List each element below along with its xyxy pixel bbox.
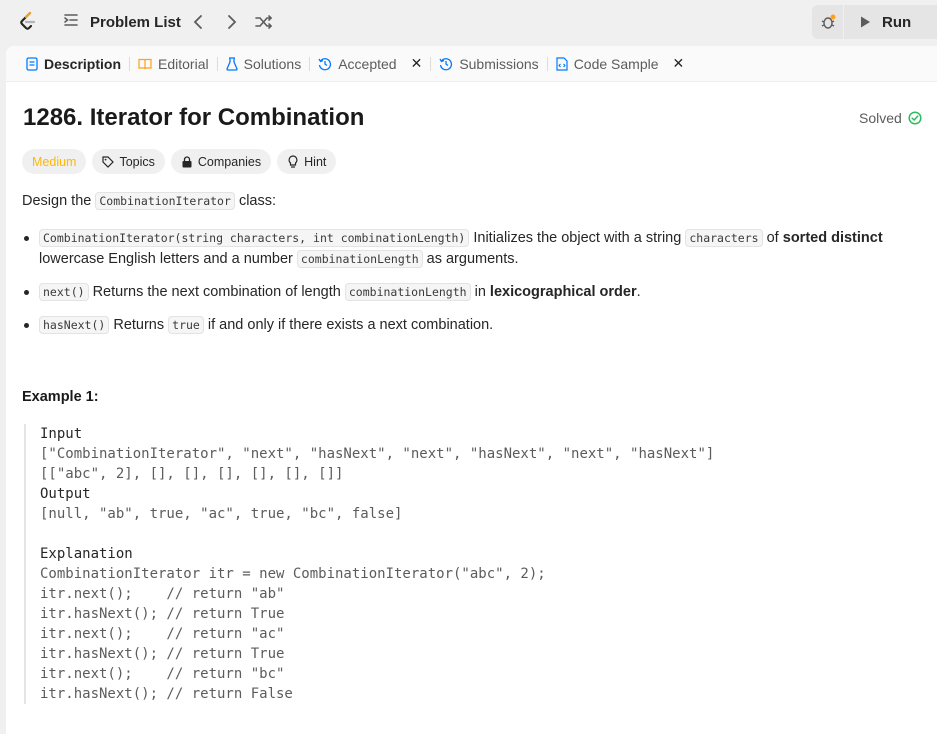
inline-code: hasNext(): [39, 316, 110, 334]
list-text: lowercase English letters and a number: [39, 251, 297, 267]
history-icon: [439, 57, 453, 70]
panel-tabs: Description Editorial Solutions Accepted…: [6, 46, 937, 82]
close-icon[interactable]: ✕: [673, 55, 685, 72]
list-icon: [62, 11, 80, 34]
bold-text: lexicographical order: [489, 284, 637, 300]
chevron-right-icon: [228, 15, 237, 29]
explanation-line: itr.next(); // return "bc": [40, 666, 285, 682]
topics-label: Topics: [119, 154, 155, 169]
tab-code-sample-label: Code Sample: [573, 55, 659, 72]
companies-chip[interactable]: Companies: [170, 149, 272, 174]
list-text: Initializes the object with a string: [469, 230, 686, 246]
method-list: CombinationIterator(string characters, i…: [22, 228, 922, 348]
list-text: .: [636, 284, 641, 300]
output-label: Output: [40, 486, 91, 502]
list-text: Returns: [109, 317, 169, 333]
blank-line: [40, 524, 914, 544]
close-icon[interactable]: ✕: [411, 55, 423, 72]
hint-label: Hint: [304, 154, 327, 169]
inline-code: characters: [685, 229, 763, 247]
intro-text: Design the: [22, 193, 96, 209]
inline-code: combinationLength: [344, 283, 471, 301]
inline-code: combinationLength: [296, 250, 423, 268]
output-line: [null, "ab", true, "ac", true, "bc", fal…: [40, 506, 403, 522]
tab-solutions-label: Solutions: [243, 55, 302, 72]
list-text: of: [762, 230, 783, 246]
tab-description-label: Description: [44, 55, 122, 72]
example-block: Input ["CombinationIterator", "next", "h…: [24, 424, 914, 704]
explanation-line: CombinationIterator itr = new Combinatio…: [40, 566, 546, 582]
explanation-line: itr.hasNext(); // return True: [40, 606, 285, 622]
inline-code: CombinationIterator: [95, 192, 235, 210]
tab-accepted[interactable]: Accepted ✕: [310, 46, 430, 82]
list-text: in: [470, 284, 490, 300]
document-icon: [26, 56, 38, 71]
solved-label: Solved: [859, 110, 902, 126]
inline-code: CombinationIterator(string characters, i…: [39, 229, 470, 247]
input-line: [["abc", 2], [], [], [], [], [], []]: [40, 466, 344, 482]
random-problem-button[interactable]: [252, 10, 276, 34]
input-line: ["CombinationIterator", "next", "hasNext…: [40, 446, 715, 462]
shuffle-icon: [255, 15, 273, 29]
history-icon: [318, 57, 332, 70]
list-item: hasNext() Returns true if and only if th…: [22, 315, 922, 336]
input-label: Input: [40, 426, 83, 442]
tab-submissions-label: Submissions: [459, 55, 539, 72]
run-label: Run: [882, 13, 912, 31]
run-controls: Run: [812, 5, 937, 39]
difficulty-badge: Medium: [22, 149, 87, 174]
topics-chip[interactable]: Topics: [92, 149, 165, 174]
top-navbar: Problem List Run: [0, 0, 937, 44]
tab-accepted-label: Accepted: [338, 55, 397, 72]
code-file-icon: [556, 56, 568, 71]
tag-icon: [102, 155, 115, 168]
bug-icon: [821, 14, 835, 29]
explanation-line: itr.next(); // return "ac": [40, 626, 285, 642]
play-icon: [861, 16, 870, 28]
hint-chip[interactable]: Hint: [277, 149, 337, 174]
next-problem-button[interactable]: [220, 10, 244, 34]
companies-label: Companies: [197, 154, 262, 169]
explanation-line: itr.next(); // return "ab": [40, 586, 285, 602]
tab-editorial-label: Editorial: [158, 55, 209, 72]
problem-list-button[interactable]: Problem List: [62, 10, 181, 34]
explanation-line: itr.hasNext(); // return False: [40, 686, 293, 702]
tab-editorial[interactable]: Editorial: [130, 46, 217, 82]
inline-code: next(): [39, 283, 89, 301]
solved-status: Solved: [859, 110, 922, 126]
explanation-label: Explanation: [40, 546, 133, 562]
book-icon: [138, 58, 152, 69]
flask-icon: [225, 56, 238, 71]
problem-list-label: Problem List: [90, 13, 181, 31]
problem-tags: Medium Topics Companies Hint: [22, 149, 337, 174]
bold-text: sorted distinct: [782, 230, 883, 246]
tab-solutions[interactable]: Solutions: [218, 46, 310, 82]
leetcode-logo-icon[interactable]: [16, 10, 40, 34]
description-panel: Description Editorial Solutions Accepted…: [6, 46, 937, 734]
list-item: CombinationIterator(string characters, i…: [22, 228, 922, 270]
tab-submissions[interactable]: Submissions: [431, 46, 546, 82]
example-title: Example 1:: [22, 389, 99, 405]
tab-code-sample[interactable]: Code Sample ✕: [548, 46, 693, 82]
problem-intro: Design the CombinationIterator class:: [22, 191, 922, 212]
list-text: if and only if there exists a next combi…: [203, 317, 494, 333]
check-circle-icon: [908, 111, 922, 125]
inline-code: true: [168, 316, 204, 334]
tab-description[interactable]: Description: [18, 46, 129, 82]
chevron-left-icon: [193, 15, 202, 29]
prev-problem-button[interactable]: [186, 10, 210, 34]
list-text: as arguments.: [422, 251, 519, 267]
lightbulb-icon: [288, 155, 298, 168]
list-item: next() Returns the next combination of l…: [22, 282, 922, 303]
intro-text: class:: [234, 193, 277, 209]
lock-icon: [182, 155, 192, 167]
explanation-line: itr.hasNext(); // return True: [40, 646, 285, 662]
list-text: Returns the next combination of length: [88, 284, 345, 300]
run-button[interactable]: Run: [844, 14, 911, 31]
debug-button[interactable]: [812, 5, 844, 39]
problem-title[interactable]: 1286. Iterator for Combination: [23, 104, 364, 132]
